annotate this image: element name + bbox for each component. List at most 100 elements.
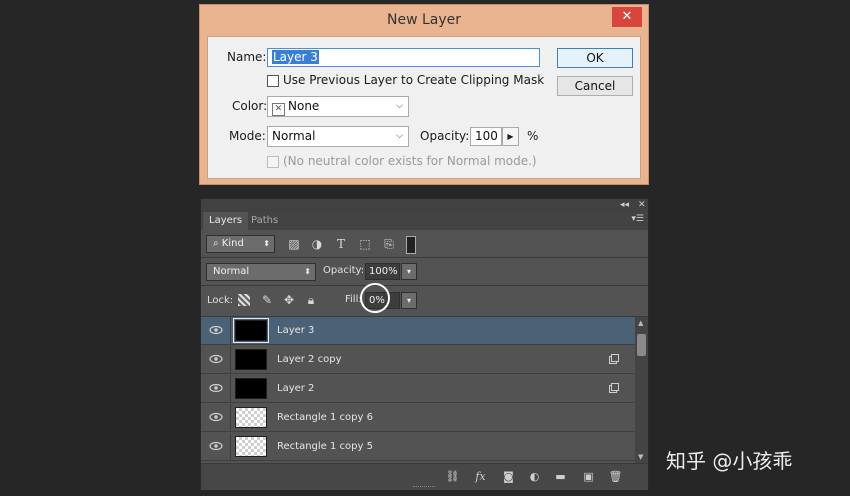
visibility-eye-icon[interactable] xyxy=(209,325,223,335)
clipping-mask-label: Use Previous Layer to Create Clipping Ma… xyxy=(283,73,545,87)
link-layers-icon[interactable]: ⛓ xyxy=(445,470,460,484)
layer-list: Layer 3 Layer 2 copy Layer 2 Rectangle 1… xyxy=(201,317,635,463)
layer-name: Layer 2 xyxy=(277,383,315,394)
chevron-down-icon: ⌵ xyxy=(396,131,403,141)
layer-list-scrollbar[interactable]: ▲ ▼ xyxy=(635,317,648,463)
divider xyxy=(230,404,231,431)
watermark: 知乎 @小孩乖 xyxy=(666,449,793,473)
scroll-up-icon[interactable]: ▲ xyxy=(638,319,643,327)
fx-icon[interactable]: fx xyxy=(473,470,488,484)
new-layer-icon[interactable]: ▣ xyxy=(581,470,596,484)
blend-mode-value: Normal xyxy=(213,266,250,277)
adjustment-filter-icon[interactable]: ◑ xyxy=(310,237,324,251)
layer-row[interactable]: Rectangle 1 copy 6 xyxy=(201,404,635,432)
opacity-field[interactable]: 100 xyxy=(470,127,502,146)
highlight-circle xyxy=(360,283,390,313)
collapse-panel-icon[interactable]: ◂◂ xyxy=(620,200,629,210)
divider xyxy=(230,346,231,373)
chevron-updown-icon: ⬍ xyxy=(263,239,270,248)
no-color-swatch-icon: ✕ xyxy=(272,103,285,116)
layer-thumbnail xyxy=(233,318,269,343)
mode-label: Mode: xyxy=(229,129,266,143)
mode-select-value: Normal xyxy=(272,129,316,143)
visibility-eye-icon[interactable] xyxy=(209,354,223,364)
scroll-down-icon[interactable]: ▼ xyxy=(638,453,643,461)
type-filter-icon[interactable]: T xyxy=(334,237,348,251)
opacity-unit: % xyxy=(527,129,539,143)
layer-row[interactable]: Layer 3 xyxy=(201,317,635,345)
neutral-color-label: (No neutral color exists for Normal mode… xyxy=(283,154,537,168)
shape-filter-icon[interactable]: ⬚ xyxy=(358,237,372,251)
color-select-value: None xyxy=(288,99,320,113)
tab-layers[interactable]: Layers xyxy=(203,212,249,230)
layer-name: Layer 2 copy xyxy=(277,354,342,365)
filter-kind-select[interactable]: ⌕ Kind ⬍ xyxy=(206,235,275,253)
layer-row[interactable]: Rectangle 1 copy 5 xyxy=(201,433,635,461)
color-select[interactable]: ✕ None ⌵ xyxy=(267,96,409,117)
layer-opacity-label: Opacity: xyxy=(323,265,365,276)
layer-name: Rectangle 1 copy 5 xyxy=(277,441,373,452)
divider xyxy=(201,257,648,258)
filter-toggle-icon[interactable] xyxy=(406,236,416,254)
visibility-eye-icon[interactable] xyxy=(209,441,223,451)
layer-mask-icon[interactable]: ◙ xyxy=(501,470,516,484)
close-panel-icon[interactable]: ✕ xyxy=(638,200,646,210)
scrollbar-thumb[interactable] xyxy=(637,334,646,356)
lock-transparent-icon[interactable] xyxy=(238,294,250,306)
divider xyxy=(230,433,231,460)
lock-all-icon[interactable]: 🔒︎ xyxy=(304,293,318,307)
trash-icon[interactable]: 🗑︎ xyxy=(608,470,623,484)
layers-panel: ◂◂ ✕ Layers Paths ▾☰ ⌕ Kind ⬍ ▨ ◑ T ⬚ ⎘ … xyxy=(200,198,649,491)
neutral-color-checkbox[interactable] xyxy=(267,156,279,168)
smart-object-filter-icon[interactable]: ⎘ xyxy=(382,237,396,251)
new-layer-dialog: New Layer ✕ Name: Layer 3 Use Previous L… xyxy=(199,4,649,185)
divider xyxy=(230,317,231,344)
filter-kind-value: Kind xyxy=(221,238,244,249)
search-icon: ⌕ xyxy=(213,238,222,249)
lock-label: Lock: xyxy=(207,295,234,306)
color-label: Color: xyxy=(232,99,268,113)
fill-dropdown[interactable]: ▾ xyxy=(401,292,417,309)
layer-row[interactable]: Layer 2 copy xyxy=(201,346,635,374)
name-label: Name: xyxy=(227,50,267,64)
chevron-updown-icon: ⬍ xyxy=(304,267,311,276)
panel-tabs: Layers Paths ▾☰ xyxy=(201,212,648,230)
layer-thumbnail xyxy=(235,378,267,399)
opacity-stepper[interactable]: ▶ xyxy=(502,127,519,146)
lock-position-icon[interactable]: ✥ xyxy=(282,293,296,307)
layer-thumbnail xyxy=(235,349,267,370)
visibility-eye-icon[interactable] xyxy=(209,383,223,393)
panel-titlebar: ◂◂ ✕ xyxy=(201,199,648,212)
cancel-button[interactable]: Cancel xyxy=(557,76,633,96)
image-filter-icon[interactable]: ▨ xyxy=(287,237,301,251)
layer-opacity-dropdown[interactable]: ▾ xyxy=(401,263,417,280)
name-field[interactable]: Layer 3 xyxy=(267,48,540,67)
layer-thumbnail xyxy=(235,407,267,428)
resize-grip[interactable] xyxy=(413,486,435,490)
layer-opacity-field[interactable]: 100% xyxy=(365,263,400,280)
ok-button[interactable]: OK xyxy=(557,48,633,68)
adjustment-layer-icon[interactable]: ◐ xyxy=(527,470,542,484)
layer-thumbnail xyxy=(235,436,267,457)
layer-row[interactable]: Layer 2 xyxy=(201,375,635,403)
smart-object-badge-icon xyxy=(609,354,619,364)
panel-bottom-toolbar: ⛓ fx ◙ ◐ ▬ ▣ 🗑︎ xyxy=(201,463,648,490)
layer-name: Layer 3 xyxy=(277,325,315,336)
chevron-down-icon: ⌵ xyxy=(396,101,403,111)
opacity-label: Opacity: xyxy=(420,129,470,143)
blend-mode-select[interactable]: Normal ⬍ xyxy=(206,263,316,281)
panel-menu-icon[interactable]: ▾☰ xyxy=(631,214,644,224)
lock-image-icon[interactable]: ✎ xyxy=(260,293,274,307)
tab-paths[interactable]: Paths xyxy=(245,212,284,230)
visibility-eye-icon[interactable] xyxy=(209,412,223,422)
name-field-value: Layer 3 xyxy=(272,50,319,64)
divider xyxy=(201,285,648,286)
mode-select[interactable]: Normal ⌵ xyxy=(267,126,409,147)
group-folder-icon[interactable]: ▬ xyxy=(553,470,568,484)
smart-object-badge-icon xyxy=(609,383,619,393)
dialog-body: Name: Layer 3 Use Previous Layer to Crea… xyxy=(207,36,641,179)
layer-name: Rectangle 1 copy 6 xyxy=(277,412,373,423)
dialog-title: New Layer xyxy=(386,12,462,28)
close-icon[interactable]: ✕ xyxy=(612,7,642,27)
clipping-mask-checkbox[interactable] xyxy=(267,75,279,87)
